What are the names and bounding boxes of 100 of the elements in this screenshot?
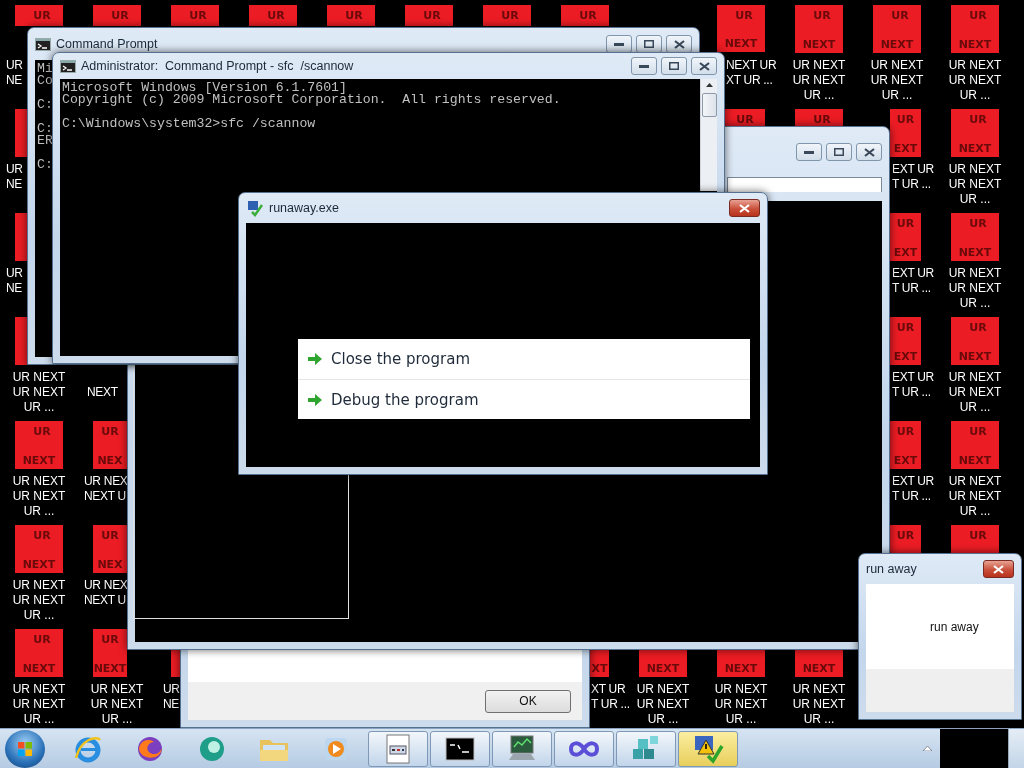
app-tile[interactable]: NEXT bbox=[717, 650, 765, 677]
app-tile[interactable]: UR bbox=[890, 525, 921, 553]
app-tile[interactable]: UR bbox=[795, 109, 843, 126]
icon-label[interactable]: UR NEXT UR NEXT UR ... bbox=[84, 682, 150, 727]
app-tile[interactable]: UR NEXT bbox=[951, 213, 999, 261]
app-tile[interactable]: UR EXT bbox=[890, 213, 921, 261]
app-tile[interactable]: UR NEX bbox=[93, 421, 127, 469]
icon-label[interactable]: UR NEXT UR NEXT UR ... bbox=[6, 578, 72, 623]
tile-caption: UR bbox=[736, 113, 754, 126]
app-tile[interactable]: UR NEXT bbox=[717, 5, 765, 52]
icon-label[interactable]: UR NE bbox=[6, 162, 23, 192]
close-icon bbox=[698, 61, 710, 71]
tile-caption: UR bbox=[501, 9, 519, 22]
app-tile[interactable]: UR bbox=[171, 5, 219, 26]
app-tile[interactable] bbox=[15, 109, 27, 157]
text-field[interactable] bbox=[727, 177, 882, 192]
ok-button[interactable]: OK bbox=[485, 689, 571, 713]
icon-label[interactable]: UR NE bbox=[6, 58, 23, 88]
icon-label[interactable]: UR NEXT UR NEXT UR ... bbox=[786, 58, 852, 103]
tile-caption: EXT bbox=[893, 454, 918, 467]
tile-caption: NEXT bbox=[802, 38, 836, 51]
icon-label[interactable]: UR NEXT UR NEXT UR ... bbox=[942, 162, 1008, 207]
icon-label[interactable]: UR NEXT UR NEXT UR ... bbox=[786, 682, 852, 727]
console-icon bbox=[60, 59, 76, 73]
maximize-button[interactable] bbox=[826, 143, 852, 161]
icon-label[interactable]: UR NEXT UR NEXT UR ... bbox=[630, 682, 696, 727]
app-tile[interactable]: UR EXT bbox=[890, 109, 921, 157]
taskbar-button[interactable] bbox=[492, 730, 552, 767]
icon-label[interactable]: UR NEXT UR NEXT UR ... bbox=[708, 682, 774, 727]
app-tile[interactable]: UR bbox=[483, 5, 531, 26]
close-button[interactable] bbox=[691, 57, 717, 75]
app-tile[interactable]: UR bbox=[93, 5, 141, 26]
app-tile[interactable]: UR NEXT bbox=[951, 5, 999, 53]
icon-label[interactable]: UR NEXT UR NEXT UR ... bbox=[942, 58, 1008, 103]
app-tile[interactable]: UR bbox=[561, 5, 609, 26]
app-tile[interactable]: UR NEXT bbox=[951, 317, 999, 365]
close-icon bbox=[863, 147, 875, 157]
app-tile[interactable]: XT bbox=[590, 650, 609, 677]
maximize-button[interactable] bbox=[636, 35, 662, 53]
scroll-up-icon[interactable] bbox=[705, 83, 713, 87]
tile-caption: EXT bbox=[893, 350, 918, 363]
app-tile[interactable]: UR bbox=[249, 5, 297, 26]
app-tile[interactable]: UR bbox=[951, 525, 999, 553]
app-tile[interactable]: UR NEXT bbox=[873, 5, 921, 53]
icon-label[interactable]: EXT UR T UR ... bbox=[892, 474, 934, 504]
app-tile[interactable]: UR NEXT bbox=[951, 421, 999, 469]
icon-label[interactable]: UR NEXT UR NEXT UR ... bbox=[6, 370, 72, 415]
up-arrow-icon bbox=[922, 746, 932, 751]
app-tile[interactable]: NEXT bbox=[795, 650, 843, 677]
close-button[interactable] bbox=[666, 35, 692, 53]
icon-label[interactable]: XT UR T UR ... bbox=[591, 682, 630, 712]
maximize-button[interactable] bbox=[661, 57, 687, 75]
app-tile[interactable] bbox=[15, 213, 27, 261]
icon-label[interactable]: UR NEXT UR NEXT UR ... bbox=[6, 474, 72, 519]
minimize-button[interactable] bbox=[631, 57, 657, 75]
app-tile[interactable]: UR EXT bbox=[890, 421, 921, 469]
icon-label[interactable]: EXT UR T UR ... bbox=[892, 370, 934, 400]
icon-label[interactable]: UR NEX NEXT U bbox=[84, 578, 128, 608]
icon-label[interactable]: UR NEXT UR NEXT UR ... bbox=[864, 58, 930, 103]
scroll-thumb[interactable] bbox=[701, 93, 717, 117]
app-tile[interactable]: UR bbox=[327, 5, 375, 26]
tile-caption: UR bbox=[33, 425, 51, 438]
icon-label[interactable]: UR NEXT UR NEXT UR ... bbox=[942, 370, 1008, 415]
close-button[interactable] bbox=[983, 560, 1014, 578]
scrollbar[interactable] bbox=[700, 79, 717, 191]
start-button[interactable] bbox=[5, 729, 45, 768]
close-button[interactable] bbox=[729, 199, 760, 217]
minimize-icon bbox=[614, 42, 624, 46]
tile-caption: UR bbox=[101, 425, 119, 438]
app-tile[interactable]: UR EXT bbox=[890, 317, 921, 365]
app-tile[interactable]: UR bbox=[725, 109, 765, 126]
app-tile[interactable]: UR bbox=[15, 5, 63, 26]
icon-label[interactable]: UR NEXT UR NEXT UR ... bbox=[942, 266, 1008, 311]
icon-label[interactable]: UR NEXT UR NEXT UR ... bbox=[6, 682, 72, 727]
app-tile[interactable]: NEXT bbox=[639, 650, 687, 677]
app-tile[interactable]: UR NEXT bbox=[795, 5, 843, 53]
icon-label[interactable]: UR NE bbox=[163, 682, 180, 712]
app-tile[interactable]: UR NEXT bbox=[15, 629, 63, 677]
app-tile[interactable]: UR bbox=[405, 5, 453, 26]
icon-label[interactable]: EXT UR T UR ... bbox=[892, 162, 934, 192]
icon-label[interactable]: NEXT bbox=[87, 385, 118, 400]
tile-caption: UR bbox=[33, 633, 51, 646]
app-tile[interactable]: UR NEXT bbox=[951, 109, 999, 157]
app-tile[interactable] bbox=[15, 317, 27, 365]
minimize-button[interactable] bbox=[606, 35, 632, 53]
icon-label[interactable]: UR NE bbox=[6, 266, 23, 296]
app-tile[interactable] bbox=[171, 650, 180, 677]
icon-label[interactable]: UR NEX NEXT U bbox=[84, 474, 128, 504]
close-button[interactable] bbox=[856, 143, 882, 161]
tile-caption: UR bbox=[111, 9, 129, 22]
warning-icon bbox=[692, 733, 724, 764]
app-tile[interactable]: UR NEXT bbox=[15, 421, 63, 469]
app-tile[interactable]: UR NEXT bbox=[15, 525, 63, 573]
icon-label[interactable]: NEXT UR XT UR ... bbox=[726, 58, 777, 88]
taskbar-button[interactable] bbox=[430, 730, 490, 767]
minimize-button[interactable] bbox=[796, 143, 822, 161]
app-tile[interactable]: UR NEXT bbox=[93, 629, 127, 677]
app-tile[interactable]: UR NEX bbox=[93, 525, 127, 573]
icon-label[interactable]: EXT UR T UR ... bbox=[892, 266, 934, 296]
icon-label[interactable]: UR NEXT UR NEXT UR ... bbox=[942, 474, 1008, 519]
